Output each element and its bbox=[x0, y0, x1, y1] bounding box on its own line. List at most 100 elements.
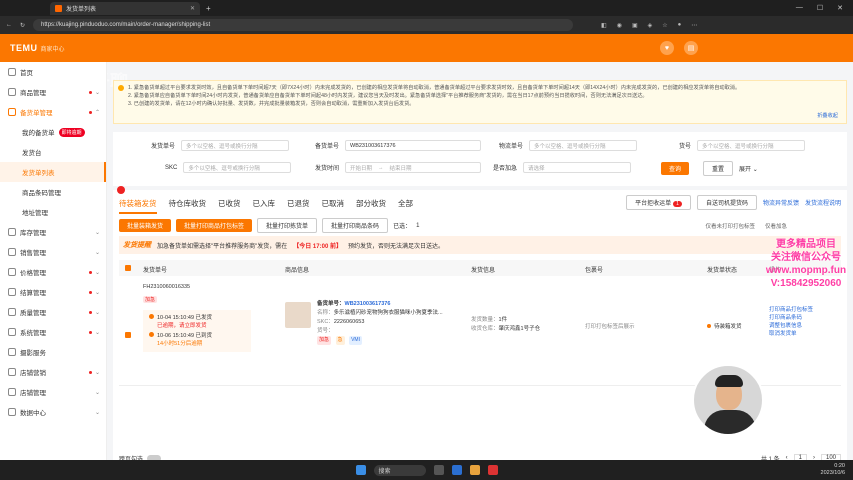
row-operations: 打印商品打包标签 打印商品条码 调整包裹信息 取消发货单 bbox=[769, 306, 813, 338]
logistics-feedback-link[interactable]: 物流异常反馈 bbox=[763, 198, 799, 207]
button-label: 平台拒收运单 bbox=[635, 201, 672, 207]
tab-cancelled[interactable]: 已取消 bbox=[322, 198, 345, 214]
extension-icon[interactable]: ◈ bbox=[648, 22, 653, 29]
task-view-icon[interactable] bbox=[433, 465, 444, 475]
stock-label: 备货单号： bbox=[317, 301, 345, 307]
fold-link[interactable]: 折叠收起 bbox=[817, 112, 838, 120]
tab-pending-receive[interactable]: 待仓库收货 bbox=[169, 198, 207, 214]
notice-line: 1. 紧急备货单超过平台要求发货时效，且自备货单下单时间超7天（即7X24小时）… bbox=[128, 85, 741, 91]
overdue-badge: 即将逾期 bbox=[58, 127, 85, 137]
chevron-down-icon: ⌄ bbox=[94, 409, 100, 416]
col-status: 发货单状态 bbox=[707, 268, 738, 274]
batch-print-barcode-button[interactable]: 批量打印商品条码 bbox=[322, 218, 389, 233]
cancel-shipment-link[interactable]: 取消发货单 bbox=[769, 330, 813, 338]
sidebar-item-marketing[interactable]: 店铺营销 ⌄ bbox=[0, 362, 106, 382]
logistics-no-input[interactable]: 多个以空格、逗号或换行分隔 bbox=[529, 140, 638, 151]
skc-input[interactable]: 多个以空格、逗号或换行分隔 bbox=[183, 162, 292, 173]
edge-icon[interactable] bbox=[451, 465, 462, 475]
products-icon bbox=[8, 88, 16, 96]
chevron-down-icon: ⌄ bbox=[94, 389, 100, 396]
sidebar-sub-barcode[interactable]: 商品条码管理 bbox=[0, 182, 106, 202]
sidebar-item-store[interactable]: 店铺管理 ⌄ bbox=[0, 382, 106, 402]
sidebar-item-stock-orders[interactable]: 备货单管理 ⌃ bbox=[0, 102, 106, 122]
urgent-select[interactable]: 请选择 bbox=[523, 162, 632, 173]
sidebar-sub-label: 我的备货单 bbox=[22, 130, 55, 137]
rejected-waybill-button[interactable]: 平台拒收运单 1 bbox=[626, 195, 691, 210]
date-range-input[interactable]: 开始日期 → 结束日期 bbox=[345, 162, 482, 173]
profile-icon[interactable]: ● bbox=[678, 22, 682, 29]
new-tab-icon[interactable]: + bbox=[206, 4, 211, 13]
explorer-icon[interactable] bbox=[469, 465, 480, 475]
sidebar-item-sales[interactable]: 销售管理 ⌄ bbox=[0, 242, 106, 262]
sidebar-item-label: 摄影服务 bbox=[20, 350, 46, 357]
address-bar[interactable]: https://kuajing.pinduoduo.com/main/order… bbox=[33, 19, 574, 31]
taskbar-search[interactable]: 搜索 bbox=[373, 464, 426, 476]
sidebar-sub-address[interactable]: 地址管理 bbox=[0, 202, 106, 222]
tab-partial[interactable]: 部分收货 bbox=[356, 198, 386, 214]
item-no-input[interactable]: 多个以空格、逗号或换行分隔 bbox=[697, 140, 806, 151]
driver-code-button[interactable]: 自送司机提货码 bbox=[696, 195, 757, 210]
sidebar-item-system[interactable]: 系统管理 ⌄ bbox=[0, 322, 106, 342]
browser-toolbar: ← ↻ https://kuajing.pinduoduo.com/main/o… bbox=[0, 16, 853, 34]
timeline-sub: 14小时51分后逾期 bbox=[157, 341, 203, 347]
sidebar-sub-my-orders[interactable]: 我的备货单 即将逾期 bbox=[0, 122, 106, 142]
sidebar-item-settlement[interactable]: 结算管理 ⌄ bbox=[0, 282, 106, 302]
sidebar-item-label: 结算管理 bbox=[20, 290, 46, 297]
shipping-help-link[interactable]: 发货流程说明 bbox=[805, 198, 841, 207]
app-icon[interactable] bbox=[487, 465, 498, 475]
product-thumbnail[interactable] bbox=[285, 302, 311, 328]
warning-icon bbox=[118, 85, 124, 91]
reminder-deadline: 【今日 17:00 前】 bbox=[293, 243, 342, 250]
timeline-dot bbox=[149, 314, 154, 319]
batch-ship-button[interactable]: 批量装箱发货 bbox=[119, 219, 172, 232]
minimize-icon[interactable]: — bbox=[796, 4, 803, 12]
query-button[interactable]: 查询 bbox=[661, 162, 690, 175]
sidebar-sub-shipping-desk[interactable]: 发货台 bbox=[0, 142, 106, 162]
sidebar-item-quality[interactable]: 质量管理 ⌄ bbox=[0, 302, 106, 322]
expand-link[interactable]: 展开 ⌄ bbox=[739, 164, 758, 173]
close-tab-icon[interactable]: ✕ bbox=[190, 5, 195, 12]
close-window-icon[interactable]: ✕ bbox=[837, 4, 843, 12]
print-label-link[interactable]: 打印商品打包标签 bbox=[769, 306, 813, 314]
extension-icon[interactable]: ◧ bbox=[601, 22, 607, 29]
browser-tab[interactable]: 发货单列表 ✕ bbox=[50, 1, 200, 15]
notice-icon[interactable]: ▤ bbox=[684, 41, 698, 55]
home-icon bbox=[8, 68, 16, 76]
shipment-no-input[interactable]: 多个以空格、逗号或换行分隔 bbox=[181, 140, 290, 151]
sidebar-item-photo[interactable]: 摄影服务 bbox=[0, 342, 106, 362]
adjust-package-link[interactable]: 调整包裹信息 bbox=[769, 322, 813, 330]
menu-icon[interactable]: ⋯ bbox=[691, 22, 697, 29]
print-barcode-link[interactable]: 打印商品条码 bbox=[769, 314, 813, 322]
only-urgent-checkbox[interactable]: 仅看加急 bbox=[765, 222, 787, 230]
batch-print-picking-button[interactable]: 批量打印拣货单 bbox=[257, 218, 318, 233]
maximize-icon[interactable]: ☐ bbox=[817, 4, 823, 12]
row-checkbox[interactable] bbox=[125, 332, 131, 338]
sidebar-item-price[interactable]: 价格管理 ⌄ bbox=[0, 262, 106, 282]
favorites-icon[interactable]: ☆ bbox=[662, 22, 667, 29]
sidebar-item-products[interactable]: 商品管理 ⌄ bbox=[0, 82, 106, 102]
sidebar-item-home[interactable]: 首页 bbox=[0, 62, 106, 82]
refresh-icon[interactable]: ↻ bbox=[20, 22, 25, 29]
select-all-checkbox[interactable] bbox=[125, 265, 131, 271]
back-icon[interactable]: ← bbox=[6, 22, 12, 28]
extension-icon[interactable]: ◉ bbox=[617, 22, 622, 29]
stock-no-input[interactable]: WB231003617376 bbox=[345, 140, 482, 151]
tab-received[interactable]: 已收货 bbox=[218, 198, 241, 214]
tab-pending-ship[interactable]: 待装箱发货 bbox=[119, 198, 157, 214]
only-unprinted-checkbox[interactable]: 仅看未打印打包标签 bbox=[705, 222, 755, 230]
start-icon[interactable] bbox=[355, 465, 366, 475]
orders-icon bbox=[8, 108, 16, 116]
sidebar-sub-shipment-list[interactable]: 发货单列表 bbox=[0, 162, 106, 182]
extension-icon[interactable]: ▣ bbox=[632, 22, 638, 29]
tab-all[interactable]: 全部 bbox=[398, 198, 413, 214]
batch-print-label-button[interactable]: 批量打印商品打包标签 bbox=[176, 219, 253, 232]
reset-button[interactable]: 重置 bbox=[703, 161, 734, 176]
message-icon[interactable]: ♥ bbox=[660, 41, 674, 55]
tab-returned[interactable]: 已退货 bbox=[287, 198, 310, 214]
tab-stocked[interactable]: 已入库 bbox=[253, 198, 276, 214]
unread-dot bbox=[89, 370, 92, 374]
sidebar-item-inventory[interactable]: 库存管理 ⌄ bbox=[0, 222, 106, 242]
stock-no-link[interactable]: WB231003617376 bbox=[345, 301, 391, 307]
sidebar-item-data[interactable]: 数据中心 ⌄ bbox=[0, 402, 106, 422]
taskbar-clock[interactable]: 0:20 2023/10/6 bbox=[821, 463, 845, 477]
